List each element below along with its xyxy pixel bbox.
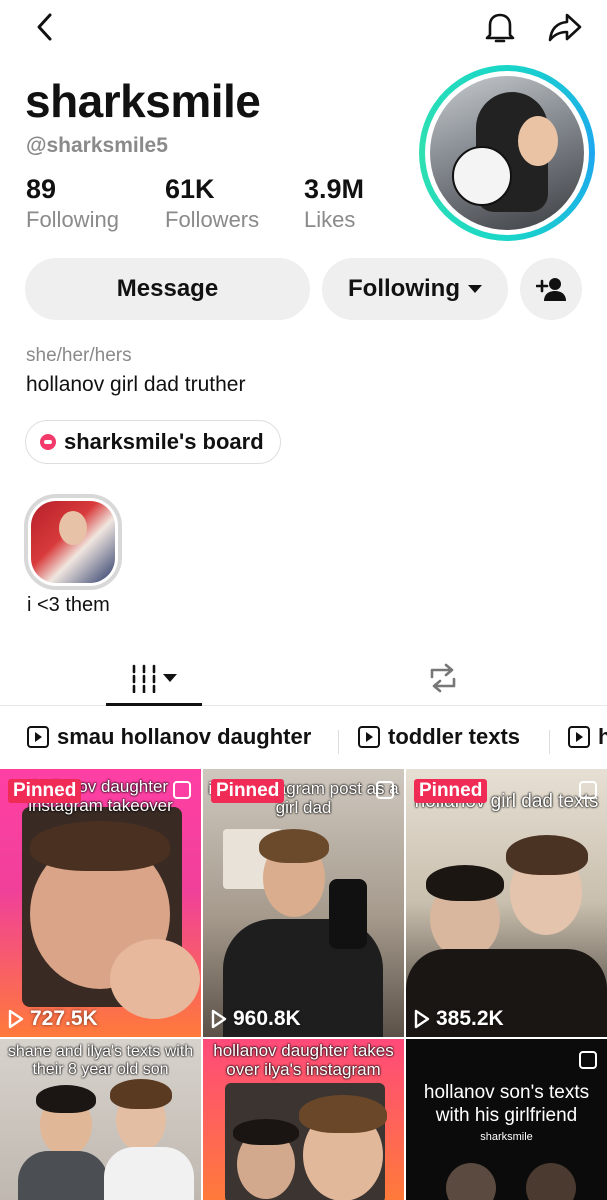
add-user-icon: [536, 278, 566, 301]
board-link[interactable]: sharksmile's board: [25, 420, 281, 464]
avatar-image: [430, 76, 584, 230]
tab-reposts[interactable]: [403, 650, 483, 705]
chevron-left-icon: [37, 13, 52, 41]
story-highlight[interactable]: [24, 494, 122, 590]
profile-actions: Message Following: [25, 258, 583, 320]
view-count: 727.5K: [8, 1007, 98, 1031]
playlist-bar: smau hollanov daughter toddler texts h: [0, 716, 607, 760]
view-count-text: 385.2K: [436, 1007, 504, 1030]
tab-videos[interactable]: [106, 650, 202, 706]
board-icon: [40, 434, 56, 450]
message-button[interactable]: Message: [25, 258, 310, 320]
play-icon: [8, 1009, 24, 1029]
view-count-text: 960.8K: [233, 1007, 301, 1030]
stat-following-count: 89: [26, 174, 57, 204]
grid-icon: [132, 664, 156, 693]
video-tile[interactable]: shane and ilya's texts with their 8 year…: [0, 1039, 201, 1200]
video-caption: hollanov son's texts with his girlfriend: [423, 1082, 590, 1126]
playlist-play-icon: [568, 726, 590, 748]
bell-icon: [485, 13, 515, 43]
playlist-play-icon: [358, 726, 380, 748]
board-label: sharksmile's board: [64, 429, 264, 454]
share-button[interactable]: [547, 10, 583, 44]
profile-pronouns: she/her/hers: [26, 345, 132, 366]
playlist-label: smau hollanov daughter: [57, 724, 312, 749]
view-count: 385.2K: [414, 1007, 504, 1031]
avatar[interactable]: [419, 65, 595, 241]
stat-followers[interactable]: 61K Followers: [165, 174, 259, 233]
divider: [338, 730, 339, 754]
back-button[interactable]: [30, 12, 60, 42]
video-grid: hollanov daughter instagram takeover Pin…: [0, 769, 607, 1200]
profile-bio: hollanov girl dad truther: [26, 373, 246, 396]
active-tab-indicator: [106, 703, 202, 706]
following-button-label: Following: [348, 275, 460, 302]
photo-mode-icon: [173, 781, 191, 799]
view-count-text: 727.5K: [30, 1007, 98, 1030]
playlist-item[interactable]: h: [568, 724, 607, 750]
photo-mode-icon: [376, 781, 394, 799]
top-bar: [0, 0, 607, 56]
pinned-badge: Pinned: [211, 779, 285, 803]
stat-likes-count: 3.9M: [304, 174, 365, 204]
video-tile[interactable]: ilya's instagram post as a girl dad Pinn…: [203, 769, 404, 1037]
stat-followers-label: Followers: [165, 207, 260, 232]
repost-icon: [430, 663, 456, 692]
highlight-label: i <3 them: [27, 594, 110, 616]
video-subcaption: sharksmile: [480, 1131, 533, 1143]
playlist-item[interactable]: smau hollanov daughter: [27, 724, 311, 750]
caret-down-icon: [467, 285, 482, 293]
photo-mode-icon: [579, 1051, 597, 1069]
video-tile[interactable]: hollanov son's texts with his girlfriend…: [406, 1039, 607, 1200]
divider: [549, 730, 550, 754]
stat-likes[interactable]: 3.9M Likes: [304, 174, 364, 233]
stat-likes-label: Likes: [304, 207, 356, 232]
profile-username: sharksmile: [25, 75, 261, 127]
content-tabs: [0, 650, 607, 706]
share-arrow-icon: [548, 13, 582, 42]
playlist-label: h: [598, 724, 607, 749]
video-caption: hollanov daughter takes over ilya's inst…: [213, 1041, 394, 1079]
pinned-badge: Pinned: [8, 779, 82, 803]
video-caption: shane and ilya's texts with their 8 year…: [7, 1043, 194, 1078]
video-tile[interactable]: hollanov girl dad texts Pinned 385.2K: [406, 769, 607, 1037]
stat-followers-count: 61K: [165, 174, 215, 204]
notifications-button[interactable]: [484, 10, 516, 44]
pinned-badge: Pinned: [414, 779, 488, 803]
playlist-play-icon: [27, 726, 49, 748]
photo-mode-icon: [579, 781, 597, 799]
stat-following-label: Following: [26, 207, 119, 232]
video-tile[interactable]: hollanov daughter instagram takeover Pin…: [0, 769, 201, 1037]
playlist-item[interactable]: toddler texts: [358, 724, 520, 750]
stat-following[interactable]: 89 Following: [26, 174, 119, 233]
playlist-label: toddler texts: [388, 724, 521, 749]
following-button[interactable]: Following: [322, 258, 508, 320]
video-tile[interactable]: hollanov daughter takes over ilya's inst…: [203, 1039, 404, 1200]
profile-handle: @sharksmile5: [26, 134, 168, 157]
highlight-thumbnail: [31, 501, 115, 583]
play-icon: [414, 1009, 430, 1029]
play-icon: [211, 1009, 227, 1029]
add-friend-button[interactable]: [520, 258, 582, 320]
view-count: 960.8K: [211, 1007, 301, 1031]
caret-down-icon: [163, 673, 177, 682]
